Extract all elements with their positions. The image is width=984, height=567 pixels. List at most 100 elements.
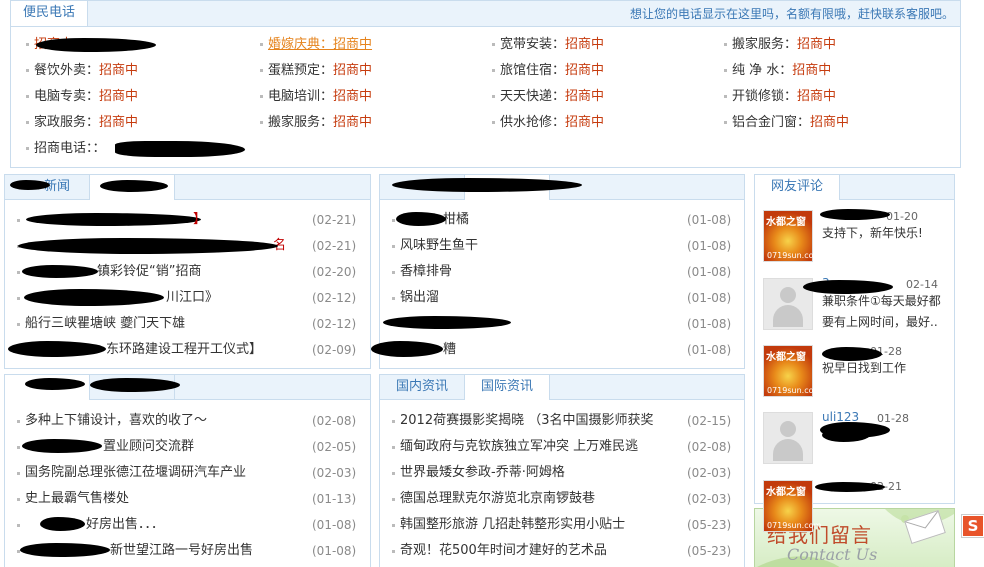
news-item-link[interactable]: 国务院副总理张德江莅堰调研汽车产业 [25,464,246,482]
news-item-link[interactable]: 置业顾问交流群 [103,438,194,456]
news-item-link[interactable]: 锅出溜 [400,289,439,307]
hotline-item[interactable]: 电脑培训：招商中 [268,88,372,106]
logo-text: 水都之窗 [766,487,806,498]
default-avatar-body [773,305,803,327]
news-date: (02-03) [687,492,732,506]
user-avatar[interactable]: 水都之窗 0719sun.com [763,210,821,262]
bullet [17,297,20,300]
news-date: (02-09) [312,343,357,357]
hotline-item[interactable]: 电脑专卖：招商中 [34,88,138,106]
news-item-link[interactable]: 风味野生鱼干 [400,237,478,255]
hotline-label: 铝合金门窗： [732,115,811,130]
bullet [392,498,395,501]
share-s-icon[interactable]: S [961,514,984,538]
hotline-label: 搬家服务： [732,37,798,52]
hotline-label: 天天快递： [500,89,566,104]
news-item-link[interactable]: 韩国整形旅游 几招赴韩整形实用小贴士 [400,516,625,534]
bullet [26,43,29,46]
hotline-label: 旅馆住宿： [500,63,566,78]
news-date: (01-08) [687,213,732,227]
hotline-value: 招商中 [797,89,837,104]
comment-text: 支持下，新年快乐! [822,226,923,240]
hotline-item[interactable]: 餐饮外卖：招商中 [34,62,138,80]
news-date: (01-08) [687,265,732,279]
bullet [492,69,495,72]
hotline-item[interactable]: 开锁修锁：招商中 [732,88,836,106]
hotline-item[interactable]: 婚嫁庆典：招商中 [268,36,372,54]
news-date: (02-20) [312,265,357,279]
hotline-item[interactable]: 家政服务：招商中 [34,114,138,132]
news-item-link[interactable]: 奇观！花500年时间才建好的艺术品 [400,542,607,560]
bullet [17,219,20,222]
bullet [260,69,263,72]
news-item-link[interactable]: 新世望江路一号好房出售 [110,542,253,560]
hotline-item[interactable]: 搬家服务：招商中 [268,114,372,132]
hotline-item[interactable]: 铝合金门窗：招商中 [732,114,849,132]
hotline-value: 招商中 [565,89,605,104]
hotline-value: 招商中 [797,37,837,52]
logo-text: 水都之窗 [766,217,806,228]
news-item-link[interactable]: 史上最霸气售楼处 [25,490,129,508]
hotline-item[interactable]: 蛋糕预定：招商中 [268,62,372,80]
news-date: (01-08) [687,317,732,331]
hotline-value: 招商中 [333,63,373,78]
hotline-item[interactable]: 搬家服务：招商中 [732,36,836,54]
hotline-item[interactable]: 宽带安装：招商中 [500,36,604,54]
bullet [17,323,20,326]
news-item-link[interactable]: 糟 [443,341,456,359]
news-date: (02-12) [312,291,357,305]
news-item-link[interactable]: 香樟排骨 [400,263,452,281]
news-item-link[interactable]: 好房出售．．． [86,516,164,534]
bullet [492,43,495,46]
bullet [392,524,395,527]
bullet [392,446,395,449]
bullet [392,219,395,222]
bullet [26,121,29,124]
news-date: (01-13) [312,492,357,506]
user-avatar[interactable] [763,412,813,464]
bullet [17,271,20,274]
hotline-value: 招商中 [333,115,373,130]
hotline-notice[interactable]: 想让您的电话显示在这里吗，名额有限哦，赶快联系客服吧。 [630,5,954,22]
bullet [260,95,263,98]
news-item-link[interactable]: 世界最矮女参政-乔蒂·阿姆格 [400,464,565,482]
bullet [17,472,20,475]
news-date: (02-12) [312,317,357,331]
hotline-label: 电脑培训： [268,89,334,104]
news-item-link[interactable]: 2012荷赛摄影奖揭晓 （3名中国摄影师获奖 [400,412,654,430]
tab-comments[interactable]: 网友评论 [754,175,840,200]
tab-domestic-news[interactable]: 国内资讯 [380,375,465,399]
tab-world-news[interactable]: 国际资讯 [464,375,550,400]
logo-url: 0719sun.com [767,386,822,395]
news-date: (05-23) [687,544,732,558]
hotline-item[interactable]: 供水抢修：招商中 [500,114,604,132]
hotline-item[interactable]: 旅馆住宿：招商中 [500,62,604,80]
hotline-label: 婚嫁庆典： [268,37,334,52]
news-item-link[interactable]: 柑橘 [443,211,469,229]
news-item-link[interactable]: 缅甸政府与克钦族独立军冲突 上万难民逃 [400,438,638,456]
hotline-label: 供水抢修： [500,115,566,130]
news-item-link[interactable]: 川江口》 [166,289,218,307]
hotline-item[interactable]: 纯 净 水：招商中 [732,62,831,80]
news-item-link[interactable]: 东环路建设工程开工仪式】 [106,341,262,359]
news-item-link[interactable]: 多种上下铺设计，喜欢的收了～ [25,412,207,430]
bullet [392,271,395,274]
default-avatar-head [780,421,796,437]
bullet [17,446,20,449]
bullet [260,43,263,46]
comment-text: 要有上网时间，最好.. [822,315,938,329]
hotline-value: 招商中 [810,115,850,130]
news-item-link[interactable]: 镇彩铃促“销”招商 [97,263,201,281]
hotline-label: 开锁修锁： [732,89,798,104]
bullet [17,420,20,423]
bullet [392,472,395,475]
hotline-item[interactable]: 天天快递：招商中 [500,88,604,106]
news-item-link[interactable]: 船行三峡瞿塘峡 夔门天下雄 [25,315,185,333]
comment-date: 02-14 [906,278,938,291]
news-item-link[interactable]: 德国总理默克尔游览北京南锣鼓巷 [400,490,595,508]
logo-url: 0719sun.com [767,521,822,530]
user-avatar[interactable]: 水都之窗 0719sun.com [763,345,821,397]
user-avatar[interactable]: 水都之窗 0719sun.com [763,480,821,532]
default-avatar-head [780,287,796,303]
tab-hotline[interactable]: 便民电话 [10,1,88,26]
